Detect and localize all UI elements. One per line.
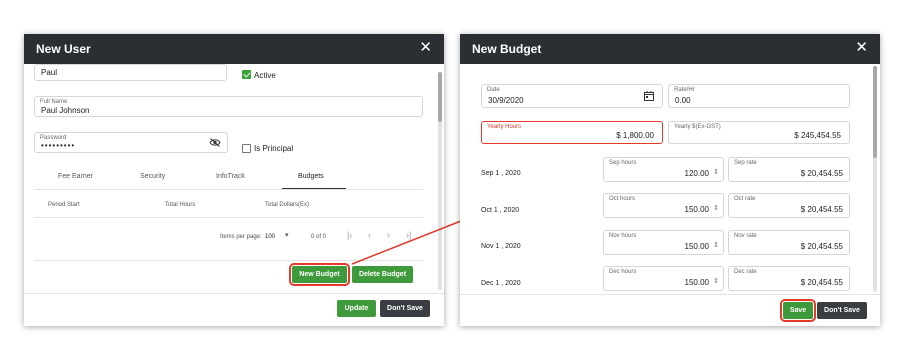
month-hours-field[interactable]: Oct hours 150.00 ⇕ [603,193,724,218]
dialog-footer: Save Don't Save [460,294,880,326]
date-value: 30/9/2020 [488,96,524,105]
yearly-hours-value: $ 1,800.00 [616,131,654,140]
rate-field[interactable]: Rate/Hr 0.00 [668,84,850,108]
new-budget-title: New Budget [472,42,542,56]
rate-label: Rate/Hr [674,87,695,93]
month-hours-label: Sep hours [609,160,637,166]
yearly-hours-field[interactable]: Yearly Hours $ 1,800.00 [481,121,663,144]
new-budget-titlebar: New Budget ✕ [460,34,880,64]
footer-divider [460,294,880,295]
scrollbar-thumb[interactable] [873,66,877,158]
stepper-icon[interactable]: ⇕ [713,168,719,176]
rate-value: 0.00 [675,96,691,105]
month-hours-value: 120.00 [684,169,709,178]
date-label: Date [487,87,500,93]
stepper-icon[interactable]: ⇕ [713,204,719,212]
yearly-dollars-label: Yearly $(Ex-GST) [674,124,721,130]
new-budget-dialog: New Budget ✕ Date 30/9/2020 Rate/Hr 0.00… [460,34,880,326]
month-hours-label: Dec hours [609,269,637,275]
scrollbar[interactable] [873,66,877,292]
month-date: Oct 1 , 2020 [481,207,520,214]
month-rate-label: Dec rate [734,269,757,275]
month-rate-field[interactable]: Sep rate $ 20,454.55 [728,157,850,182]
month-hours-field[interactable]: Nov hours 150.00 ⇕ [603,230,724,255]
month-hours-label: Oct hours [609,196,636,202]
month-hours-value: 150.00 [684,278,709,287]
stepper-icon[interactable]: ⇕ [713,241,719,249]
month-date: Sep 1 , 2020 [481,170,521,177]
month-rate-label: Oct rate [734,196,756,202]
month-date: Dec 1 , 2020 [481,280,521,287]
month-rate-field[interactable]: Dec rate $ 20,454.55 [728,266,850,291]
dont-save-button[interactable]: Don't Save [817,302,867,319]
month-hours-field[interactable]: Sep hours 120.00 ⇕ [603,157,724,182]
month-hours-value: 150.00 [684,205,709,214]
save-button[interactable]: Save [780,299,816,322]
month-rate-value: $ 20,454.55 [800,169,843,178]
calendar-icon[interactable] [644,91,654,101]
month-date: Nov 1 , 2020 [481,243,521,250]
yearly-dollars-field[interactable]: Yearly $(Ex-GST) $ 245,454.55 [668,121,850,144]
month-hours-field[interactable]: Dec hours 150.00 ⇕ [603,266,724,291]
month-rate-value: $ 20,454.55 [800,242,843,251]
month-hours-value: 150.00 [684,242,709,251]
stepper-icon[interactable]: ⇕ [713,277,719,285]
month-rate-label: Sep rate [734,160,757,166]
yearly-dollars-value: $ 245,454.55 [794,131,841,140]
screenshot-canvas: New User ✕ Paul Active Full Name Paul Jo… [0,0,902,364]
month-hours-label: Nov hours [609,233,637,239]
date-field[interactable]: Date 30/9/2020 [481,84,663,108]
month-rate-value: $ 20,454.55 [800,205,843,214]
month-rate-label: Nov rate [734,233,757,239]
yearly-hours-label: Yearly Hours [487,124,522,130]
month-rate-field[interactable]: Nov rate $ 20,454.55 [728,230,850,255]
month-rate-value: $ 20,454.55 [800,278,843,287]
close-icon[interactable]: ✕ [855,40,868,55]
month-rate-field[interactable]: Oct rate $ 20,454.55 [728,193,850,218]
